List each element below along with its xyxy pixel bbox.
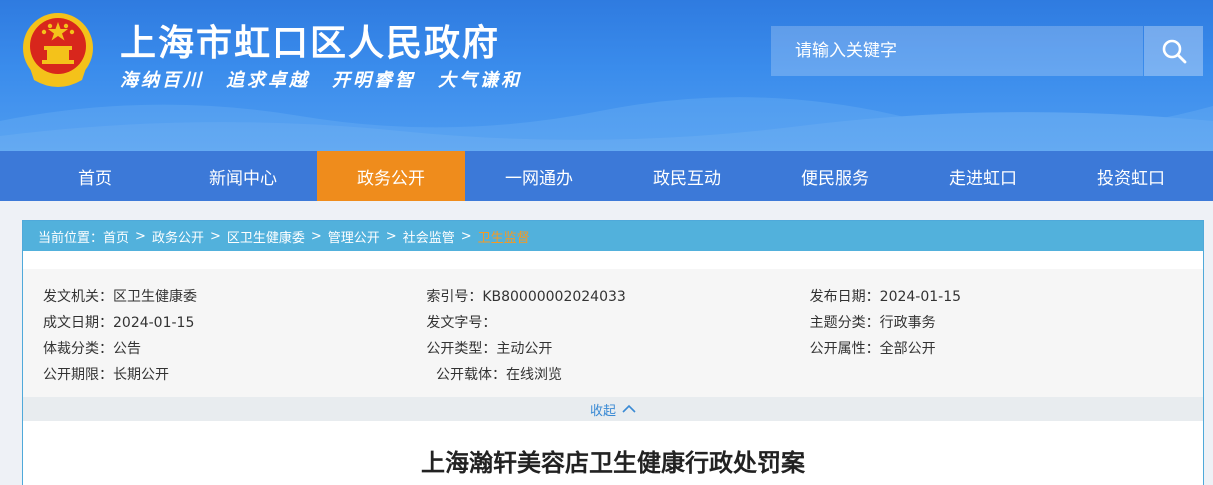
breadcrumb-item-government-affairs[interactable]: 政务公开 (152, 227, 204, 246)
meta-key: 发布日期： (809, 289, 880, 305)
meta-written-date: 成文日期：2024-01-15 (43, 312, 426, 332)
meta-disclosure-type: 公开类型：主动公开 (426, 338, 809, 358)
nav-item-news[interactable]: 新闻中心 (169, 151, 317, 201)
search-box (771, 26, 1203, 76)
meta-key: 发文字号： (426, 315, 497, 331)
content-panel: 当前位置： 首页 > 政务公开 > 区卫生健康委 > 管理公开 > 社会监管 >… (22, 220, 1204, 485)
meta-key: 索引号： (426, 289, 483, 305)
meta-value: 在线浏览 (506, 367, 562, 383)
meta-subject-category: 主题分类：行政事务 (810, 312, 1193, 332)
nav-item-invest-hongkou[interactable]: 投资虹口 (1057, 151, 1205, 201)
breadcrumb-separator: > (460, 228, 472, 244)
document-metadata: 发文机关：区卫生健康委 索引号：KB80000002024033 发布日期：20… (23, 269, 1203, 397)
slogan-4: 大气谦和 (438, 70, 522, 91)
breadcrumb-separator: > (385, 228, 397, 244)
meta-key: 发文机关： (43, 289, 113, 305)
main-nav: 首页 新闻中心 政务公开 一网通办 政民互动 便民服务 走进虹口 投资虹口 (0, 151, 1213, 201)
breadcrumb-item-current[interactable]: 卫生监督 (478, 227, 530, 246)
meta-document-number: 发文字号： (426, 312, 809, 332)
chevron-up-icon (622, 404, 636, 413)
meta-value: KB80000002024033 (482, 289, 626, 305)
national-emblem-icon[interactable] (20, 10, 96, 88)
search-icon (1162, 39, 1186, 64)
meta-value: 2024-01-15 (113, 315, 195, 331)
nav-item-government-affairs[interactable]: 政务公开 (317, 151, 465, 201)
slogan-1: 海纳百川 (120, 70, 204, 91)
breadcrumb-separator: > (135, 228, 146, 244)
meta-publish-date: 发布日期：2024-01-15 (810, 286, 1193, 306)
nav-item-home[interactable]: 首页 (0, 151, 169, 201)
nav-item-interaction[interactable]: 政民互动 (613, 151, 761, 201)
breadcrumb-separator: > (209, 228, 221, 244)
meta-key: 主题分类： (809, 315, 880, 331)
meta-issuing-authority: 发文机关：区卫生健康委 (43, 286, 426, 306)
collapse-label: 收起 (589, 403, 616, 419)
meta-key: 公开期限： (43, 367, 113, 383)
meta-disclosure-medium: 公开载体：在线浏览 (436, 364, 829, 384)
breadcrumb: 当前位置： 首页 > 政务公开 > 区卫生健康委 > 管理公开 > 社会监管 >… (23, 221, 1203, 251)
breadcrumb-item-home[interactable]: 首页 (103, 227, 129, 246)
meta-genre: 体裁分类：公告 (43, 338, 426, 358)
document-title: 上海瀚轩美容店卫生健康行政处罚案 (421, 448, 805, 477)
meta-key: 公开载体： (436, 367, 506, 383)
metadata-row: 体裁分类：公告 公开类型：主动公开 公开属性：全部公开 (43, 335, 1193, 361)
site-header: 上海市虹口区人民政府 海纳百川 追求卓越 开明睿智 大气谦和 (0, 0, 1213, 151)
collapse-metadata-button[interactable]: 收起 (23, 397, 1203, 421)
slogan-2: 追求卓越 (226, 70, 310, 91)
search-button[interactable] (1144, 26, 1203, 76)
site-slogan: 海纳百川 追求卓越 开明睿智 大气谦和 (120, 66, 522, 92)
meta-value: 2024-01-15 (879, 289, 962, 305)
meta-disclosure-period: 公开期限：长期公开 (43, 364, 436, 384)
meta-disclosure-attribute: 公开属性：全部公开 (810, 338, 1193, 358)
breadcrumb-item-management[interactable]: 管理公开 (328, 227, 380, 246)
nav-item-public-service[interactable]: 便民服务 (761, 151, 909, 201)
metadata-grid: 发文机关：区卫生健康委 索引号：KB80000002024033 发布日期：20… (43, 283, 1193, 387)
meta-value: 主动公开 (496, 341, 553, 357)
breadcrumb-item-social-supervision[interactable]: 社会监管 (403, 227, 455, 246)
site-title[interactable]: 上海市虹口区人民政府 (120, 14, 500, 66)
meta-key: 公开属性： (809, 341, 880, 357)
meta-value: 全部公开 (879, 341, 936, 357)
breadcrumb-prefix: 当前位置： (38, 230, 104, 246)
meta-value: 长期公开 (113, 367, 169, 383)
slogan-3: 开明睿智 (332, 70, 416, 91)
meta-key: 公开类型： (426, 341, 497, 357)
meta-value: 区卫生健康委 (113, 289, 197, 305)
metadata-row: 成文日期：2024-01-15 发文字号： 主题分类：行政事务 (43, 309, 1193, 335)
metadata-row: 发文机关：区卫生健康委 索引号：KB80000002024033 发布日期：20… (43, 283, 1193, 309)
nav-item-about-hongkou[interactable]: 走进虹口 (909, 151, 1057, 201)
breadcrumb-item-health-commission[interactable]: 区卫生健康委 (227, 227, 305, 246)
meta-value: 公告 (113, 341, 141, 357)
search-input[interactable] (771, 26, 1143, 76)
metadata-row: 公开期限：长期公开 公开载体：在线浏览 (43, 361, 1193, 387)
meta-key: 成文日期： (43, 315, 113, 331)
meta-index-number: 索引号：KB80000002024033 (426, 286, 809, 306)
nav-item-one-net-service[interactable]: 一网通办 (465, 151, 613, 201)
meta-value: 行政事务 (879, 315, 936, 331)
breadcrumb-separator: > (310, 228, 322, 244)
meta-key: 体裁分类： (43, 341, 113, 357)
